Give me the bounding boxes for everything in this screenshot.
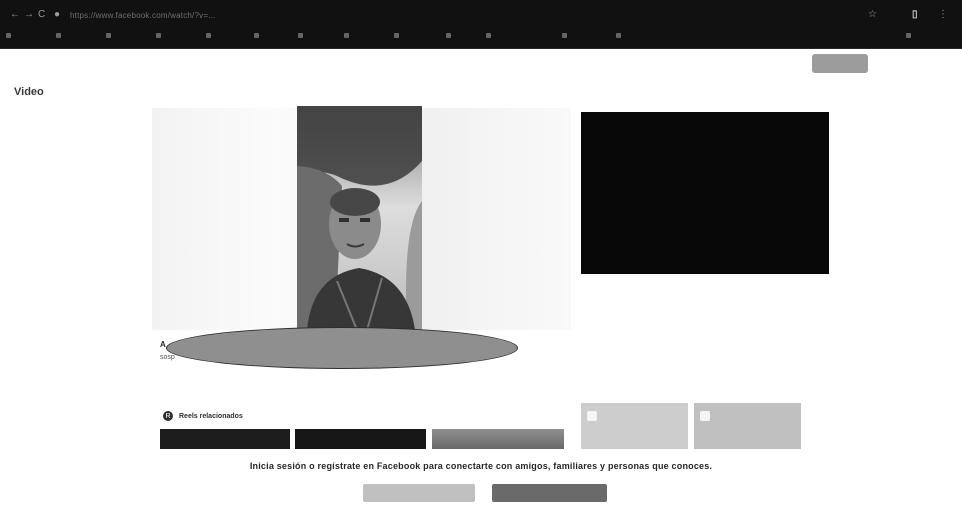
bookmark-item[interactable] <box>254 29 261 41</box>
bookmark-item[interactable] <box>206 29 213 41</box>
login-button[interactable] <box>363 484 475 502</box>
login-prompt-text: Inicia sesión o regístrate en Facebook p… <box>249 461 713 471</box>
bookmark-favicon-icon <box>906 32 911 38</box>
thumbnail-icon <box>587 411 597 421</box>
bookmark-favicon-icon <box>344 32 349 38</box>
bookmark-item[interactable] <box>906 29 913 41</box>
url-text[interactable]: https://www.facebook.com/watch/?v=... <box>70 10 470 21</box>
password-field[interactable] <box>730 58 790 68</box>
bookmark-favicon-icon <box>106 32 111 38</box>
suggested-video-thumbnail[interactable] <box>694 403 801 449</box>
bookmark-favicon-icon <box>486 32 491 38</box>
reel-thumbnail[interactable] <box>160 429 290 449</box>
reels-header: R Reels relacionados <box>163 411 243 421</box>
bookmark-favicon-icon <box>56 32 61 38</box>
bookmark-item[interactable] <box>6 29 13 41</box>
bookmark-item[interactable] <box>156 29 163 41</box>
video-player[interactable] <box>297 106 422 330</box>
reel-thumbnail[interactable] <box>295 429 426 449</box>
reels-title: Reels relacionados <box>179 412 243 420</box>
extension-icon[interactable]: ▯ <box>912 9 918 20</box>
right-panel-meta <box>581 371 861 387</box>
bookmark-favicon-icon <box>562 32 567 38</box>
suggested-video-thumbnail[interactable] <box>581 403 688 449</box>
bookmark-favicon-icon <box>254 32 259 38</box>
reload-icon[interactable]: C <box>38 9 45 20</box>
menu-kebab-icon[interactable]: ⋮ <box>938 9 948 20</box>
bookmark-item[interactable] <box>344 29 351 41</box>
bookmark-item[interactable] <box>56 29 63 41</box>
bookmark-star-icon[interactable]: ☆ <box>868 9 877 20</box>
address-bar-row: ← → C ● https://www.facebook.com/watch/?… <box>0 8 962 24</box>
video-nav: Video <box>14 85 128 99</box>
bookmarks-bar <box>6 29 946 41</box>
bookmark-favicon-icon <box>6 32 11 38</box>
redaction-ellipse <box>166 327 518 369</box>
email-field[interactable] <box>632 58 692 68</box>
bookmark-favicon-icon <box>298 32 303 38</box>
play-icon <box>700 411 710 421</box>
redacted-black-box <box>581 112 829 274</box>
bookmark-favicon-icon <box>206 32 211 38</box>
page-title: Video <box>14 86 44 98</box>
bookmark-item[interactable] <box>562 29 569 41</box>
header-login-button[interactable] <box>812 54 868 73</box>
back-arrow-icon[interactable]: ← <box>10 9 20 20</box>
bookmark-item[interactable] <box>486 29 493 41</box>
create-account-button[interactable] <box>492 484 607 502</box>
lock-icon: ● <box>54 9 61 20</box>
bookmark-favicon-icon <box>156 32 161 38</box>
forward-arrow-icon[interactable]: → <box>24 9 34 20</box>
bookmark-favicon-icon <box>446 32 451 38</box>
reels-icon: R <box>163 411 173 421</box>
video-frame-image <box>297 106 422 330</box>
bookmark-favicon-icon <box>394 32 399 38</box>
bookmark-favicon-icon <box>616 32 621 38</box>
bookmark-item[interactable] <box>616 29 623 41</box>
reel-thumbnail[interactable] <box>432 429 564 449</box>
bookmark-item[interactable] <box>446 29 453 41</box>
post-caption-line2: sosp <box>160 354 175 361</box>
bookmark-item[interactable] <box>106 29 113 41</box>
bookmark-item[interactable] <box>394 29 401 41</box>
bookmark-item[interactable] <box>298 29 305 41</box>
browser-chrome: ← → C ● https://www.facebook.com/watch/?… <box>0 0 962 49</box>
post-caption-line1: A <box>160 340 166 349</box>
